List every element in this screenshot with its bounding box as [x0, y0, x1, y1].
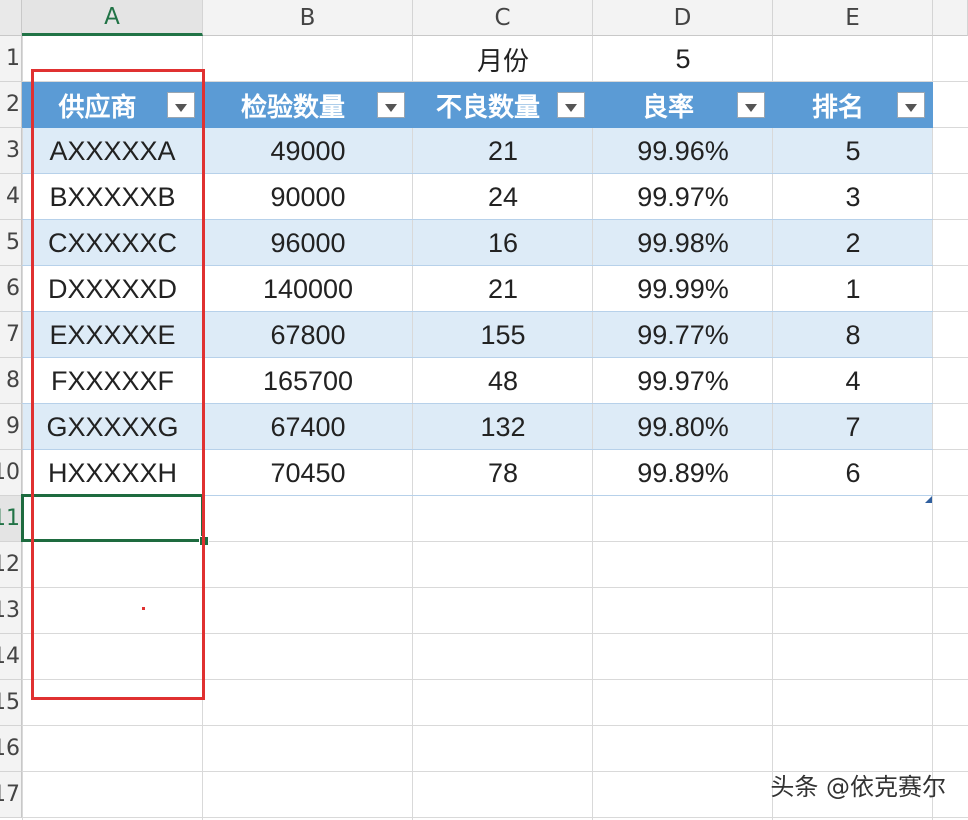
row-header-12[interactable]: 12: [0, 542, 22, 588]
yield-cell[interactable]: 99.99%: [593, 266, 773, 312]
row-header-4[interactable]: 4: [0, 174, 22, 220]
column-header-a[interactable]: A: [22, 0, 203, 36]
inspected-qty-cell[interactable]: 96000: [203, 220, 413, 266]
row-header-10[interactable]: 10: [0, 450, 22, 496]
rank-cell[interactable]: 8: [773, 312, 933, 358]
dropdown-arrow-icon: [744, 90, 758, 120]
inspected-qty-cell[interactable]: 140000: [203, 266, 413, 312]
inspected-qty-cell[interactable]: 67800: [203, 312, 413, 358]
defect-qty-cell[interactable]: 21: [413, 266, 593, 312]
inspected-qty-cell[interactable]: 67400: [203, 404, 413, 450]
row-header-17[interactable]: 17: [0, 772, 22, 818]
rank-cell[interactable]: 3: [773, 174, 933, 220]
red-mark: [142, 607, 145, 610]
yield-cell[interactable]: 99.96%: [593, 128, 773, 174]
rank-cell[interactable]: 5: [773, 128, 933, 174]
dropdown-arrow-icon: [564, 90, 578, 120]
yield-header[interactable]: 良率: [593, 82, 773, 128]
month-value-cell[interactable]: 5: [593, 36, 773, 82]
defect-qty-cell[interactable]: 155: [413, 312, 593, 358]
table-resize-handle[interactable]: [925, 488, 932, 507]
row-header-7[interactable]: 7: [0, 312, 22, 358]
inspected-qty-cell[interactable]: 49000: [203, 128, 413, 174]
row-header-3[interactable]: 3: [0, 128, 22, 174]
rank-cell[interactable]: 4: [773, 358, 933, 404]
row-header-2[interactable]: 2: [0, 82, 22, 128]
row-header-6[interactable]: 6: [0, 266, 22, 312]
yield-cell[interactable]: 99.89%: [593, 450, 773, 496]
defect-qty-header[interactable]: 不良数量: [413, 82, 593, 128]
row-header-16[interactable]: 16: [0, 726, 22, 772]
column-header-f[interactable]: [933, 0, 968, 36]
inspected-qty-cell[interactable]: 90000: [203, 174, 413, 220]
filter-dropdown-button[interactable]: [377, 92, 405, 118]
row-header-11[interactable]: 11: [0, 496, 22, 542]
grid-row-line: [22, 725, 968, 726]
inspected-qty-header[interactable]: 检验数量: [203, 82, 413, 128]
yield-cell[interactable]: 99.77%: [593, 312, 773, 358]
grid-row-line: [22, 817, 968, 818]
row-header-9[interactable]: 9: [0, 404, 22, 450]
row-header-13[interactable]: 13: [0, 588, 22, 634]
red-highlight-box: [31, 69, 205, 700]
filter-dropdown-button[interactable]: [557, 92, 585, 118]
yield-cell[interactable]: 99.97%: [593, 174, 773, 220]
defect-qty-cell[interactable]: 21: [413, 128, 593, 174]
filter-dropdown-button[interactable]: [897, 92, 925, 118]
rank-cell[interactable]: 6: [773, 450, 933, 496]
month-label-cell[interactable]: 月份: [413, 36, 593, 82]
column-header-e[interactable]: E: [773, 0, 933, 36]
column-header-b[interactable]: B: [203, 0, 413, 36]
rank-cell[interactable]: 7: [773, 404, 933, 450]
yield-cell[interactable]: 99.98%: [593, 220, 773, 266]
dropdown-arrow-icon: [384, 90, 398, 120]
defect-qty-cell[interactable]: 132: [413, 404, 593, 450]
yield-cell[interactable]: 99.80%: [593, 404, 773, 450]
spreadsheet-grid[interactable]: ABCDE1234567891011121314151617月份5供应商检验数量…: [0, 0, 968, 820]
yield-cell[interactable]: 99.97%: [593, 358, 773, 404]
rank-cell[interactable]: 1: [773, 266, 933, 312]
inspected-qty-cell[interactable]: 165700: [203, 358, 413, 404]
filter-dropdown-button[interactable]: [737, 92, 765, 118]
defect-qty-cell[interactable]: 48: [413, 358, 593, 404]
row-header-8[interactable]: 8: [0, 358, 22, 404]
defect-qty-cell[interactable]: 16: [413, 220, 593, 266]
defect-qty-cell[interactable]: 24: [413, 174, 593, 220]
select-all-corner[interactable]: [0, 0, 22, 36]
row-header-5[interactable]: 5: [0, 220, 22, 266]
defect-qty-cell[interactable]: 78: [413, 450, 593, 496]
column-header-c[interactable]: C: [413, 0, 593, 36]
row-header-14[interactable]: 14: [0, 634, 22, 680]
row-header-1[interactable]: 1: [0, 36, 22, 82]
dropdown-arrow-icon: [904, 90, 918, 120]
rank-header[interactable]: 排名: [773, 82, 933, 128]
rank-cell[interactable]: 2: [773, 220, 933, 266]
column-header-d[interactable]: D: [593, 0, 773, 36]
watermark: 头条 @依克赛尔: [770, 773, 946, 801]
inspected-qty-cell[interactable]: 70450: [203, 450, 413, 496]
row-header-15[interactable]: 15: [0, 680, 22, 726]
